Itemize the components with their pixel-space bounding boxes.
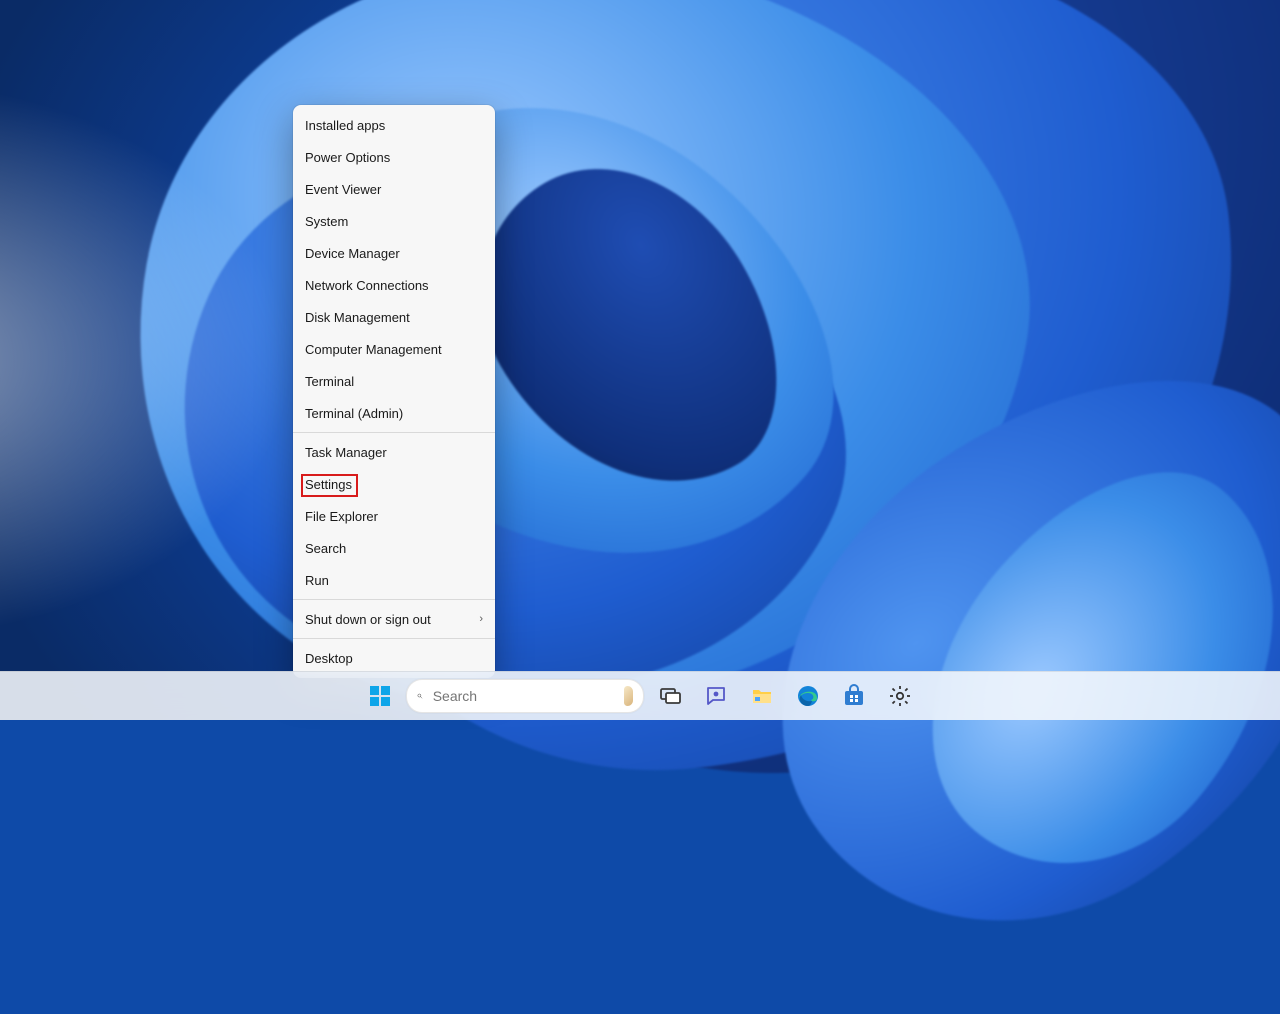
menu-item-shut-down-or-sign-out[interactable]: Shut down or sign out ›: [293, 603, 495, 635]
menu-item-desktop[interactable]: Desktop: [293, 642, 495, 674]
menu-item-label: Computer Management: [305, 342, 442, 357]
menu-item-label: Desktop: [305, 651, 353, 666]
taskbar: [0, 671, 1280, 720]
menu-item-label: Run: [305, 573, 329, 588]
menu-item-label: Disk Management: [305, 310, 410, 325]
start-context-menu[interactable]: Installed apps Power Options Event Viewer S…: [293, 105, 495, 678]
taskbar-edge[interactable]: [788, 676, 828, 716]
search-highlight-icon: [624, 686, 633, 706]
menu-item-system[interactable]: System: [293, 205, 495, 237]
menu-item-label: Search: [305, 541, 346, 556]
file-explorer-icon: [750, 684, 774, 708]
menu-item-label: File Explorer: [305, 509, 378, 524]
menu-item-label: Installed apps: [305, 118, 385, 133]
menu-item-file-explorer[interactable]: File Explorer: [293, 500, 495, 532]
chat-icon: [704, 684, 728, 708]
menu-item-label: System: [305, 214, 348, 229]
taskbar-search[interactable]: [406, 679, 644, 713]
taskbar-settings[interactable]: [880, 676, 920, 716]
menu-item-label: Power Options: [305, 150, 390, 165]
taskbar-store[interactable]: [834, 676, 874, 716]
taskbar-file-explorer[interactable]: [742, 676, 782, 716]
menu-item-label: Network Connections: [305, 278, 429, 293]
menu-item-run[interactable]: Run: [293, 564, 495, 596]
taskbar-chat[interactable]: [696, 676, 736, 716]
search-icon: [417, 688, 423, 704]
menu-item-installed-apps[interactable]: Installed apps: [293, 109, 495, 141]
start-icon: [368, 684, 392, 708]
menu-separator: [293, 638, 495, 639]
store-icon: [842, 684, 866, 708]
menu-item-terminal-admin[interactable]: Terminal (Admin): [293, 397, 495, 429]
desktop-wallpaper: [0, 0, 1280, 720]
settings-icon: [888, 684, 912, 708]
menu-item-device-manager[interactable]: Device Manager: [293, 237, 495, 269]
taskbar-task-view[interactable]: [650, 676, 690, 716]
menu-item-network-connections[interactable]: Network Connections: [293, 269, 495, 301]
menu-item-label: Event Viewer: [305, 182, 381, 197]
menu-item-label: Device Manager: [305, 246, 400, 261]
menu-item-task-manager[interactable]: Task Manager: [293, 436, 495, 468]
task-view-icon: [658, 684, 682, 708]
menu-item-label: Task Manager: [305, 445, 387, 460]
menu-item-settings[interactable]: Settings: [293, 468, 495, 500]
menu-item-event-viewer[interactable]: Event Viewer: [293, 173, 495, 205]
search-input[interactable]: [431, 687, 616, 705]
edge-icon: [796, 684, 820, 708]
menu-item-label: Terminal: [305, 374, 354, 389]
start-button[interactable]: [360, 676, 400, 716]
menu-item-computer-management[interactable]: Computer Management: [293, 333, 495, 365]
menu-item-terminal[interactable]: Terminal: [293, 365, 495, 397]
menu-item-label: Terminal (Admin): [305, 406, 403, 421]
menu-item-power-options[interactable]: Power Options: [293, 141, 495, 173]
menu-item-disk-management[interactable]: Disk Management: [293, 301, 495, 333]
chevron-right-icon: ›: [479, 613, 483, 625]
menu-item-search[interactable]: Search: [293, 532, 495, 564]
menu-item-label: Shut down or sign out: [305, 612, 431, 627]
menu-item-label: Settings: [305, 477, 352, 492]
menu-separator: [293, 432, 495, 433]
menu-separator: [293, 599, 495, 600]
